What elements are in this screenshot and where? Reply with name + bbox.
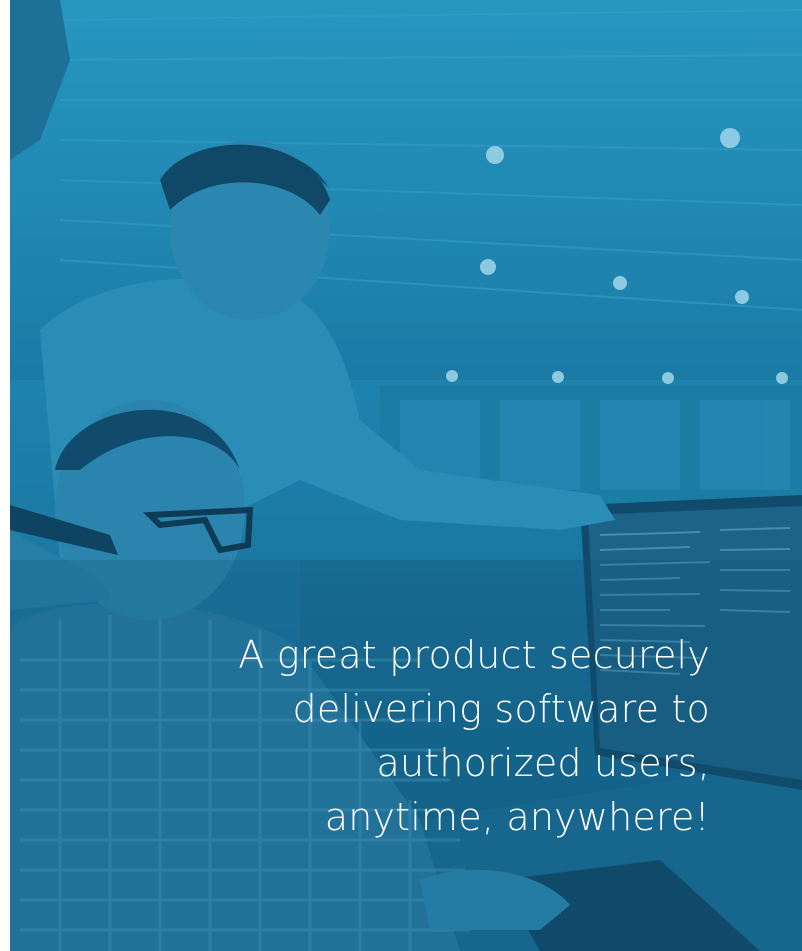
hero-tagline: A great product securely delivering soft… bbox=[150, 628, 710, 844]
left-margin bbox=[0, 0, 10, 951]
tagline-line-2: delivering software to bbox=[292, 687, 710, 731]
hero-banner: A great product securely delivering soft… bbox=[0, 0, 802, 951]
tagline-line-1: A great product securely bbox=[238, 633, 710, 677]
tagline-line-4: anytime, anywhere! bbox=[324, 795, 710, 839]
tagline-line-3: authorized users, bbox=[376, 741, 710, 785]
